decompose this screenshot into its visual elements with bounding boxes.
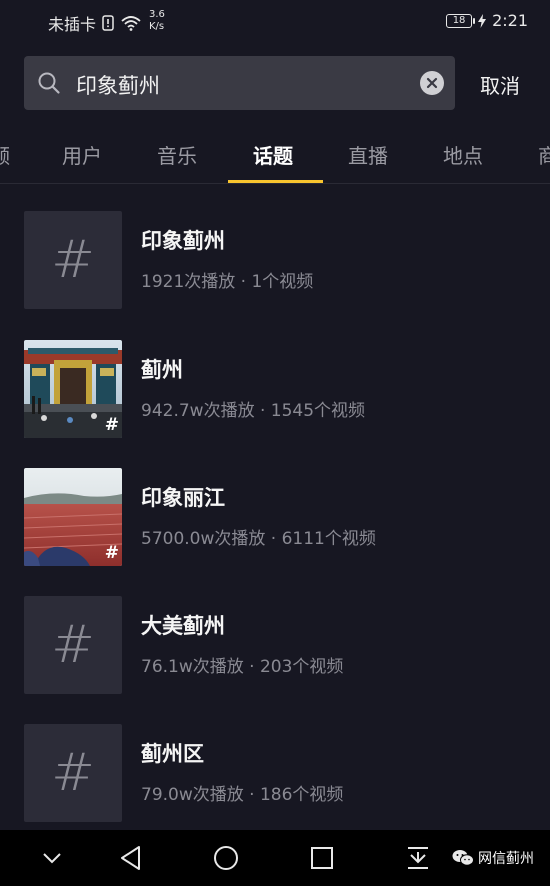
clear-icon[interactable] bbox=[420, 71, 444, 95]
topic-item[interactable]: # 蓟州 942.7w次播放 · 1545个视频 bbox=[0, 340, 550, 450]
topic-item[interactable]: # 蓟州区 79.0w次播放 · 186个视频 bbox=[0, 724, 550, 834]
topic-thumbnail: # bbox=[24, 211, 122, 309]
status-bar: 未插卡 3.6 K/s 18 2:21 bbox=[0, 0, 550, 44]
status-left: 未插卡 bbox=[48, 11, 142, 35]
topic-stats: 942.7w次播放 · 1545个视频 bbox=[141, 401, 366, 421]
topic-stats: 1921次播放 · 1个视频 bbox=[141, 272, 314, 292]
topic-thumbnail: # bbox=[24, 340, 122, 438]
back-icon[interactable] bbox=[118, 844, 144, 872]
tab-live[interactable]: 直播 bbox=[348, 140, 388, 169]
recents-icon[interactable] bbox=[309, 844, 335, 872]
tab-topics[interactable]: 话题 bbox=[253, 140, 293, 169]
status-right: 18 2:21 bbox=[446, 11, 528, 30]
tab-music[interactable]: 音乐 bbox=[157, 140, 197, 169]
cancel-button[interactable]: 取消 bbox=[480, 70, 520, 99]
watermark-text: 网信蓟州 bbox=[478, 851, 534, 867]
topic-item[interactable]: # 印象丽江 5700.0w次播放 · 6111个视频 bbox=[0, 468, 550, 578]
topic-title: 蓟州区 bbox=[141, 742, 204, 766]
search-bar[interactable]: 印象蓟州 bbox=[24, 56, 455, 110]
network-speed: 3.6 K/s bbox=[149, 9, 165, 33]
hashtag-badge-icon: # bbox=[104, 543, 119, 563]
topic-thumbnail: # bbox=[24, 468, 122, 566]
hashtag-icon: # bbox=[51, 615, 95, 675]
sim-alert-icon bbox=[102, 15, 114, 31]
close-icon bbox=[426, 77, 438, 89]
tab-shop[interactable]: 商 bbox=[538, 140, 550, 169]
wifi-icon bbox=[121, 16, 141, 31]
active-tab-indicator bbox=[228, 180, 323, 183]
topic-item[interactable]: # 印象蓟州 1921次播放 · 1个视频 bbox=[0, 211, 550, 321]
topic-item[interactable]: # 大美蓟州 76.1w次播放 · 203个视频 bbox=[0, 596, 550, 706]
download-icon[interactable] bbox=[405, 844, 431, 872]
topic-thumbnail: # bbox=[24, 724, 122, 822]
battery-icon: 18 bbox=[446, 13, 476, 28]
hashtag-icon: # bbox=[51, 230, 95, 290]
hashtag-icon: # bbox=[51, 743, 95, 803]
hashtag-badge-icon: # bbox=[104, 415, 119, 435]
speed-value: 3.6 bbox=[149, 9, 165, 20]
carrier-text: 未插卡 bbox=[48, 15, 97, 34]
tab-users[interactable]: 用户 bbox=[62, 140, 102, 169]
topic-stats: 76.1w次播放 · 203个视频 bbox=[141, 657, 344, 677]
category-tabs: 频 用户 音乐 话题 直播 地点 商 bbox=[0, 122, 550, 184]
chevron-down-icon[interactable] bbox=[40, 844, 64, 872]
battery-level: 18 bbox=[452, 15, 466, 26]
wechat-icon bbox=[452, 850, 474, 866]
topic-title: 蓟州 bbox=[141, 358, 183, 382]
system-nav-bar: 网信蓟州 bbox=[0, 830, 550, 886]
tab-places[interactable]: 地点 bbox=[443, 140, 483, 169]
topic-stats: 5700.0w次播放 · 6111个视频 bbox=[141, 529, 376, 549]
tab-video[interactable]: 频 bbox=[0, 140, 10, 169]
watermark: 网信蓟州 bbox=[452, 848, 534, 868]
speed-unit: K/s bbox=[149, 21, 165, 32]
topic-stats: 79.0w次播放 · 186个视频 bbox=[141, 785, 344, 805]
topic-title: 大美蓟州 bbox=[141, 614, 225, 638]
charging-icon bbox=[478, 13, 487, 28]
topic-thumbnail: # bbox=[24, 596, 122, 694]
home-icon[interactable] bbox=[212, 844, 240, 872]
search-input[interactable]: 印象蓟州 bbox=[76, 70, 160, 100]
topic-title: 印象丽江 bbox=[141, 486, 225, 510]
search-icon bbox=[38, 72, 60, 94]
topic-title: 印象蓟州 bbox=[141, 229, 225, 253]
clock: 2:21 bbox=[492, 11, 528, 30]
